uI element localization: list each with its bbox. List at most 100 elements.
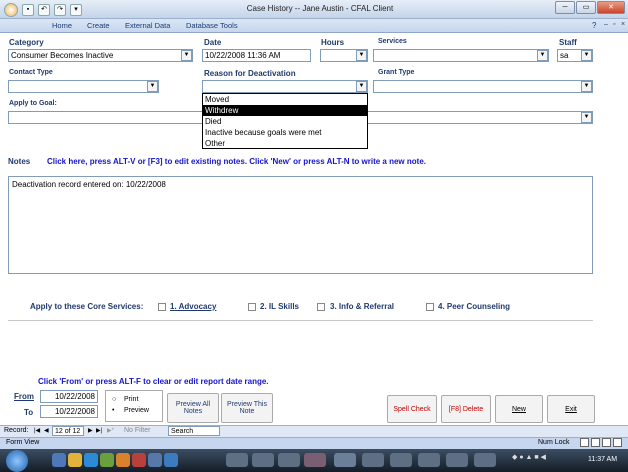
explorer-icon[interactable] [68, 453, 82, 467]
form-view-icon[interactable] [580, 438, 589, 447]
print-radio[interactable]: ○ [112, 396, 116, 403]
outlook-icon[interactable] [148, 453, 162, 467]
tab-database-tools[interactable]: Database Tools [186, 21, 238, 30]
notes-textbox[interactable]: Deactivation record entered on: 10/22/20… [8, 176, 593, 274]
peer-counseling-checkbox[interactable] [426, 303, 434, 311]
ribbon-restore-button[interactable]: ▫ [613, 21, 615, 28]
ribbon-minimize-button[interactable]: – [604, 21, 608, 28]
tab-create[interactable]: Create [87, 21, 110, 30]
il-skills-label[interactable]: 2. IL Skills [260, 302, 299, 311]
services-field[interactable] [373, 49, 549, 62]
tab-external-data[interactable]: External Data [125, 21, 170, 30]
datasheet-view-icon[interactable] [591, 438, 600, 447]
print-mode-group [105, 390, 163, 422]
taskbar-window-4[interactable] [304, 453, 326, 467]
contact-type-label: Contact Type [9, 69, 53, 76]
reason-field[interactable] [202, 80, 368, 93]
window-controls: ─ ▭ ✕ [555, 1, 625, 14]
info-referral-label[interactable]: 3. Info & Referral [330, 302, 394, 311]
system-tray: ◆ ● ▲ ■ ◀ [512, 454, 546, 461]
customize-qat-icon[interactable]: ▾ [70, 3, 82, 16]
category-field[interactable]: Consumer Becomes Inactive [8, 49, 193, 62]
preview-radio[interactable]: • [112, 407, 114, 414]
record-position[interactable]: 12 of 12 [52, 426, 84, 436]
firefox-icon[interactable] [116, 453, 130, 467]
services-dropdown-icon[interactable]: ▼ [537, 50, 548, 61]
peer-counseling-label[interactable]: 4. Peer Counseling [438, 302, 510, 311]
access-icon[interactable] [132, 453, 146, 467]
taskbar-window-3[interactable] [278, 453, 300, 467]
exit-button[interactable]: Exit [547, 395, 595, 423]
print-label[interactable]: Print [124, 396, 138, 403]
taskbar-window-9[interactable] [446, 453, 468, 467]
grant-type-field[interactable] [373, 80, 593, 93]
new-button[interactable]: New [495, 395, 543, 423]
next-record-icon[interactable]: ▶ [88, 427, 93, 434]
taskbar-window-2[interactable] [252, 453, 274, 467]
new-record-icon[interactable]: ▶* [107, 427, 114, 434]
office-button-icon[interactable] [4, 2, 18, 17]
ie-icon[interactable] [84, 453, 98, 467]
to-label: To [24, 408, 34, 417]
from-date-field[interactable]: 10/22/2008 [40, 390, 98, 403]
reason-option-withdrew[interactable]: Withdrew [203, 105, 367, 116]
taskbar-window-10[interactable] [474, 453, 496, 467]
taskbar-window-7[interactable] [390, 453, 412, 467]
taskbar-window-6[interactable] [362, 453, 384, 467]
preview-this-note-button[interactable]: Preview This Note [221, 393, 273, 423]
word-icon[interactable] [164, 453, 178, 467]
advocacy-checkbox[interactable] [158, 303, 166, 311]
reason-dropdown-list: Moved Withdrew Died Inactive because goa… [202, 93, 368, 149]
reason-option-goals-met[interactable]: Inactive because goals were met [203, 127, 367, 138]
spell-check-button[interactable]: Spell Check [387, 395, 437, 423]
app-icon[interactable] [100, 453, 114, 467]
report-instructions[interactable]: Click 'From' or press ALT-F to clear or … [38, 377, 269, 386]
record-label: Record: [4, 427, 29, 434]
close-button[interactable]: ✕ [597, 1, 625, 14]
design-view-icon[interactable] [613, 438, 622, 447]
reason-option-died[interactable]: Died [203, 116, 367, 127]
delete-button[interactable]: [F8] Delete [441, 395, 491, 423]
category-dropdown-icon[interactable]: ▼ [181, 50, 192, 61]
reason-option-moved[interactable]: Moved [203, 94, 367, 105]
preview-label[interactable]: Preview [124, 407, 149, 414]
advocacy-label[interactable]: 1. Advocacy [170, 302, 216, 311]
layout-view-icon[interactable] [602, 438, 611, 447]
apply-goal-dropdown-icon[interactable]: ▼ [581, 112, 592, 123]
hours-dropdown-icon[interactable]: ▼ [356, 50, 367, 61]
il-skills-checkbox[interactable] [248, 303, 256, 311]
notes-instructions[interactable]: Click here, press ALT-V or [F3] to edit … [47, 157, 426, 166]
save-icon[interactable]: ▪ [22, 3, 34, 16]
undo-icon[interactable]: ↶ [38, 3, 50, 16]
date-field[interactable]: 10/22/2008 11:36 AM [202, 49, 311, 62]
taskbar-window-8[interactable] [418, 453, 440, 467]
tab-home[interactable]: Home [52, 21, 72, 30]
show-desktop-icon[interactable] [52, 453, 66, 467]
staff-dropdown-icon[interactable]: ▼ [581, 50, 592, 61]
start-button[interactable] [6, 450, 28, 472]
reason-label: Reason for Deactivation [204, 69, 296, 78]
grant-type-dropdown-icon[interactable]: ▼ [581, 81, 592, 92]
redo-icon[interactable]: ↷ [54, 3, 66, 16]
contact-type-field[interactable] [8, 80, 159, 93]
from-label[interactable]: From [14, 392, 34, 401]
minimize-button[interactable]: ─ [555, 1, 575, 14]
reason-dropdown-icon[interactable]: ▼ [356, 81, 367, 92]
reason-option-other[interactable]: Other [203, 138, 367, 149]
first-record-icon[interactable]: |◀ [34, 427, 40, 434]
help-icon[interactable]: ? [592, 21, 596, 30]
last-record-icon[interactable]: ▶| [96, 427, 102, 434]
preview-all-notes-button[interactable]: Preview All Notes [167, 393, 219, 423]
prev-record-icon[interactable]: ◀ [44, 427, 49, 434]
ribbon-close-button[interactable]: × [621, 21, 625, 28]
taskbar-window-1[interactable] [226, 453, 248, 467]
contact-type-dropdown-icon[interactable]: ▼ [147, 81, 158, 92]
maximize-button[interactable]: ▭ [576, 1, 596, 14]
taskbar-window-5[interactable] [334, 453, 356, 467]
to-date-field[interactable]: 10/22/2008 [40, 405, 98, 418]
search-field[interactable]: Search [168, 426, 220, 436]
filter-status[interactable]: No Filter [124, 427, 150, 434]
core-services-label: Apply to these Core Services: [30, 302, 144, 311]
view-status: Form View [6, 439, 40, 446]
info-referral-checkbox[interactable] [317, 303, 325, 311]
